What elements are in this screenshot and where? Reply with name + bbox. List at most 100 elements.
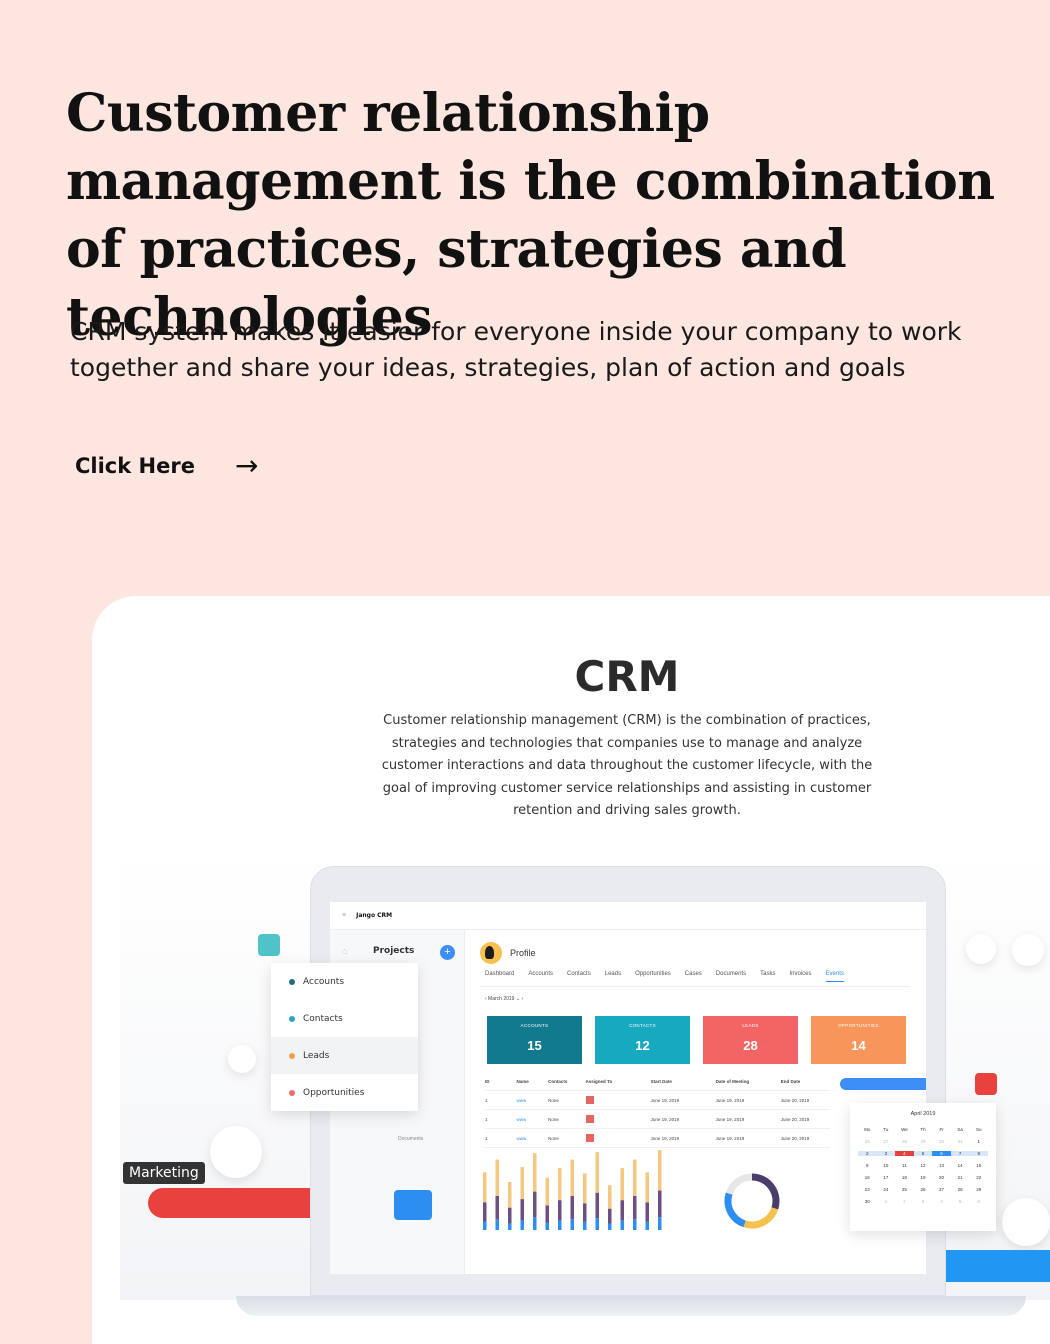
megaphone-icon [210,1126,262,1178]
tab-events[interactable]: Events [825,971,844,982]
calendar-date[interactable]: 23 [858,1187,877,1192]
calendar-date[interactable]: 3 [914,1199,933,1204]
calendar-date[interactable]: 1 [969,1139,988,1144]
bar-segment [595,1192,599,1219]
menu-item-opportunities[interactable]: Opportunities [271,1074,418,1111]
calendar-date[interactable]: 22 [969,1175,988,1180]
calendar-date[interactable]: 28 [895,1139,914,1144]
bar-segment [583,1221,587,1230]
table-row[interactable]: 1 www None June 19, 2019 June 19, 2019 June 2… [485,1091,830,1110]
calendar-date[interactable]: 12 [914,1163,933,1168]
app-topbar: ≡ Jango CRM [330,902,926,930]
add-project-button[interactable]: + [440,945,455,960]
menu-item-label: Contacts [303,1013,343,1024]
tab-contacts[interactable]: Contacts [567,971,591,982]
calendar-weekday: Fr [939,1127,944,1132]
calendar-date[interactable]: 26 [858,1139,877,1144]
assignee-icon [585,1134,594,1142]
tab-tasks[interactable]: Tasks [760,971,775,982]
table-row[interactable]: 1 www None June 19, 2019 June 19, 2019 June 2… [485,1110,830,1129]
calendar-date[interactable]: 4 [895,1151,914,1156]
bar-segment [520,1199,524,1221]
calendar-date[interactable]: 11 [895,1163,914,1168]
tab-documents[interactable]: Documents [716,971,746,982]
calendar-date[interactable]: 6 [932,1151,951,1156]
table-cell: June 20, 2019 [780,1097,810,1103]
calendar-date[interactable]: 18 [895,1175,914,1180]
calendar-date[interactable]: 31 [951,1139,970,1144]
tab-dashboard[interactable]: Dashboard [485,971,514,982]
table-header-cell: Start Date [650,1078,672,1084]
event-name-link[interactable]: www [517,1098,549,1103]
bar-segment [570,1195,574,1220]
menu-item-contacts[interactable]: Contacts [271,1000,418,1037]
bar-segment [495,1219,499,1230]
stat-card-opportunities[interactable]: OPPORTUNITIES 14 [811,1016,906,1064]
calendar-date[interactable]: 15 [969,1163,988,1168]
documents-label: Documents [398,1136,424,1142]
calendar-date[interactable]: 17 [877,1175,896,1180]
calendar-date[interactable]: 20 [932,1175,951,1180]
calendar-date[interactable]: 19 [914,1175,933,1180]
stat-card-leads[interactable]: LEADS 28 [703,1016,798,1064]
tab-cases[interactable]: Cases [685,971,702,982]
bar-segment [633,1219,637,1230]
calendar-date[interactable]: 2 [858,1151,877,1156]
calendar-date[interactable]: 3 [876,1151,896,1156]
calendar-date[interactable]: 30 [858,1199,877,1204]
event-name-link[interactable]: www [517,1136,549,1141]
calendar-date[interactable]: 24 [877,1187,896,1192]
calendar-date[interactable]: 30 [932,1139,951,1144]
calendar-date[interactable]: 25 [895,1187,914,1192]
stat-card-accounts[interactable]: ACCOUNTS 15 [487,1016,582,1064]
bar-segment [620,1168,624,1201]
tab-accounts[interactable]: Accounts [528,971,553,982]
calendar-date[interactable]: 5 [913,1151,933,1156]
table-row[interactable]: 1 www None June 19, 2019 June 19, 2019 June 2… [485,1129,830,1148]
calendar-date[interactable]: 16 [858,1175,877,1180]
bar-segment [520,1167,524,1200]
calendar-date[interactable]: 9 [858,1163,877,1168]
bar-segment [545,1222,549,1230]
stat-value: 12 [635,1038,650,1053]
calendar-date[interactable]: 13 [932,1163,951,1168]
calendar-weekday: Su [975,1127,982,1132]
calendar-date[interactable]: 29 [969,1187,988,1192]
tab-leads[interactable]: Leads [605,971,621,982]
menu-item-label: Opportunities [303,1087,365,1098]
hero-title: Customer relationship management is the … [66,83,995,348]
home-icon[interactable]: ⌂ [342,946,347,956]
calendar-date[interactable]: 27 [877,1139,896,1144]
app-tabs: Dashboard Accounts Contacts Leads Opportunit… [485,971,844,982]
calendar-date[interactable]: 8 [969,1151,988,1156]
tab-opportunities[interactable]: Opportunities [635,971,671,982]
calendar-date[interactable]: 14 [951,1163,970,1168]
events-table: ID Name Contacts Assigned To Start Date Date … [485,1072,830,1148]
mail-icon [228,1045,256,1073]
menu-item-leads[interactable]: Leads [271,1037,418,1074]
bar-segment [645,1221,649,1230]
month-selector[interactable]: ‹ March 2019 ⌄ › [485,996,523,1002]
calendar-date[interactable]: 5 [951,1199,970,1204]
calendar-date[interactable]: 28 [951,1187,970,1192]
calendar-date[interactable]: 1 [877,1199,896,1204]
calendar-weekday: We [901,1127,908,1132]
event-name-link[interactable]: www [517,1117,549,1122]
calendar-date[interactable]: 6 [969,1199,988,1204]
calendar-date[interactable]: 21 [951,1175,970,1180]
stat-card-contacts[interactable]: CONTACTS 12 [595,1016,690,1064]
menu-icon[interactable]: ≡ [342,912,346,919]
bar-segment [608,1208,612,1224]
calendar-date[interactable]: 2 [895,1199,914,1204]
calendar-date[interactable]: 7 [950,1151,970,1156]
bar-segment [483,1221,487,1230]
menu-item-accounts[interactable]: Accounts [271,963,418,1000]
calendar-date[interactable]: 27 [932,1187,951,1192]
calendar-date[interactable]: 10 [877,1163,896,1168]
calendar-date[interactable]: 4 [932,1199,951,1204]
calendar-date[interactable]: 26 [914,1187,933,1192]
calendar-date[interactable]: 29 [914,1139,933,1144]
tab-invoices[interactable]: Invoices [790,971,812,982]
click-here-link[interactable]: Click Here → [75,452,258,480]
bar-segment [608,1185,612,1209]
